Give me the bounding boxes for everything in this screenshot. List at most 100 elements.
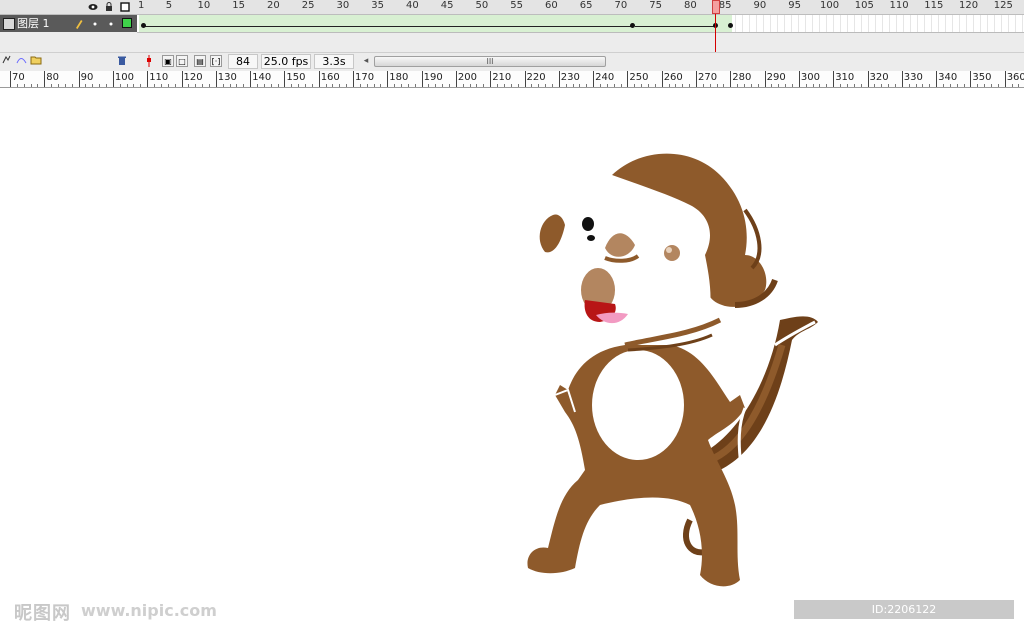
- ruler-minor-tick: [517, 84, 519, 87]
- frame-number-label: 50: [475, 0, 489, 11]
- layer-type-icon: [3, 18, 15, 30]
- eye-icon[interactable]: [88, 2, 98, 12]
- ruler-label: 280: [732, 72, 752, 83]
- layer-name[interactable]: 图层 1: [17, 16, 50, 31]
- ruler-major-tick: [250, 71, 252, 87]
- frame-number-label: 100: [820, 0, 840, 11]
- empty-frame-cell: [896, 15, 897, 32]
- lock-icon[interactable]: [104, 2, 114, 12]
- ruler-minor-tick: [682, 84, 684, 87]
- ruler-major-tick: [764, 71, 766, 87]
- ruler-minor-tick: [154, 84, 156, 87]
- ruler-minor-tick: [394, 84, 396, 87]
- ruler-major-tick: [696, 71, 697, 87]
- ruler-minor-tick: [85, 84, 87, 87]
- frame-rate-field[interactable]: 25.0 fps: [261, 54, 311, 69]
- outline-square-icon[interactable]: [120, 2, 130, 12]
- stage-canvas[interactable]: [0, 88, 1024, 630]
- ruler-minor-tick: [243, 84, 245, 87]
- ruler-label: 70: [12, 72, 25, 83]
- ruler-minor-tick: [634, 84, 636, 87]
- layer-frames-track[interactable]: [137, 15, 1024, 33]
- frame-number-label: 70: [614, 0, 628, 11]
- pencil-icon[interactable]: [75, 19, 83, 32]
- ruler-minor-tick: [483, 84, 485, 87]
- frame-number-ruler[interactable]: 1 5 10 15 20 25 30 35 40 45 50 55 60 65 70 75 80 85 90 95 10…: [137, 0, 1024, 14]
- ruler-minor-tick: [126, 84, 128, 87]
- ruler-minor-tick: [222, 84, 224, 87]
- edit-multiple-frames-button[interactable]: ▤: [194, 55, 206, 67]
- frame-number-label: 45: [440, 0, 454, 11]
- insert-folder-icon[interactable]: [30, 54, 42, 68]
- keyframe[interactable]: [728, 23, 733, 28]
- ruler-minor-tick: [929, 84, 931, 87]
- playhead[interactable]: [712, 0, 720, 14]
- add-motion-guide-icon[interactable]: [16, 54, 27, 68]
- ruler-major-tick: [593, 71, 595, 87]
- ruler-minor-tick: [723, 84, 725, 87]
- dot-icon[interactable]: [108, 19, 114, 32]
- ruler-minor-tick: [792, 84, 794, 87]
- ruler-minor-tick: [23, 84, 25, 87]
- ruler-minor-tick: [586, 84, 588, 87]
- scroll-thumb[interactable]: III: [374, 56, 606, 67]
- ruler-label: 240: [595, 72, 615, 83]
- empty-frame-cell: [973, 15, 974, 32]
- scroll-left-arrow-icon[interactable]: ◂: [360, 55, 372, 68]
- ruler-minor-tick: [888, 84, 890, 87]
- empty-frame-cell: [770, 15, 771, 32]
- timeline-panel: 1 5 10 15 20 25 30 35 40 45 50 55 60 65 70 75 80 85 90 95 10…: [0, 0, 1024, 71]
- ruler-minor-tick: [256, 84, 258, 87]
- green-square-icon[interactable]: [122, 18, 132, 31]
- empty-frame-cell: [777, 15, 778, 32]
- ruler-minor-tick: [188, 84, 190, 87]
- ruler-minor-tick: [881, 84, 883, 87]
- add-layer-icon[interactable]: [2, 54, 13, 68]
- frame-number-label: 55: [510, 0, 524, 11]
- empty-frame-cell: [959, 15, 960, 32]
- ruler-minor-tick: [641, 84, 643, 87]
- ruler-major-tick: [867, 71, 869, 87]
- frame-number-label: 5: [165, 0, 173, 11]
- center-frame-icon[interactable]: [143, 55, 155, 67]
- onion-skin-button[interactable]: ▣: [162, 55, 174, 67]
- ruler-minor-tick: [373, 84, 375, 87]
- ruler-minor-tick: [915, 84, 917, 87]
- ruler-minor-tick: [956, 84, 958, 87]
- keyframe[interactable]: [141, 23, 146, 28]
- ruler-minor-tick: [853, 84, 855, 87]
- ruler-minor-tick: [709, 84, 711, 87]
- ruler-label: 110: [149, 72, 169, 83]
- empty-frame-cell: [910, 15, 911, 32]
- ruler-minor-tick: [572, 84, 574, 87]
- ruler-minor-tick: [64, 84, 66, 87]
- ruler-minor-tick: [92, 84, 94, 87]
- ruler-minor-tick: [366, 84, 368, 87]
- frame-number-label: 65: [579, 0, 593, 11]
- trash-icon[interactable]: [117, 55, 127, 69]
- timeline-scrollbar[interactable]: ◂ III: [360, 55, 1024, 68]
- layer-row-1[interactable]: 图层 1: [0, 15, 137, 32]
- ruler-label: 150: [286, 72, 306, 83]
- ruler-minor-tick: [236, 84, 238, 87]
- empty-frame-cell: [742, 15, 743, 32]
- monkey-character[interactable]: [520, 145, 830, 595]
- frame-number-label: 80: [684, 0, 697, 11]
- modify-onion-markers-button[interactable]: [·]: [210, 55, 222, 67]
- ruler-minor-tick: [551, 84, 553, 87]
- dot-icon[interactable]: [92, 19, 98, 32]
- onion-skin-outlines-button[interactable]: □: [176, 55, 188, 67]
- monkey-left-ear: [539, 214, 565, 253]
- ruler-minor-tick: [785, 84, 787, 87]
- ruler-minor-tick: [689, 84, 691, 87]
- ruler-minor-tick: [984, 84, 986, 87]
- ruler-minor-tick: [647, 84, 649, 87]
- empty-frame-cell: [1022, 15, 1023, 32]
- ruler-minor-tick: [620, 84, 622, 87]
- timeline-header: 1 5 10 15 20 25 30 35 40 45 50 55 60 65 70 75 80 85 90 95 10…: [0, 0, 1024, 15]
- keyframe[interactable]: [630, 23, 635, 28]
- ruler-label: 330: [903, 72, 923, 83]
- ruler-minor-tick: [757, 84, 759, 87]
- ruler-label: 340: [938, 72, 958, 83]
- ruler-minor-tick: [538, 84, 540, 87]
